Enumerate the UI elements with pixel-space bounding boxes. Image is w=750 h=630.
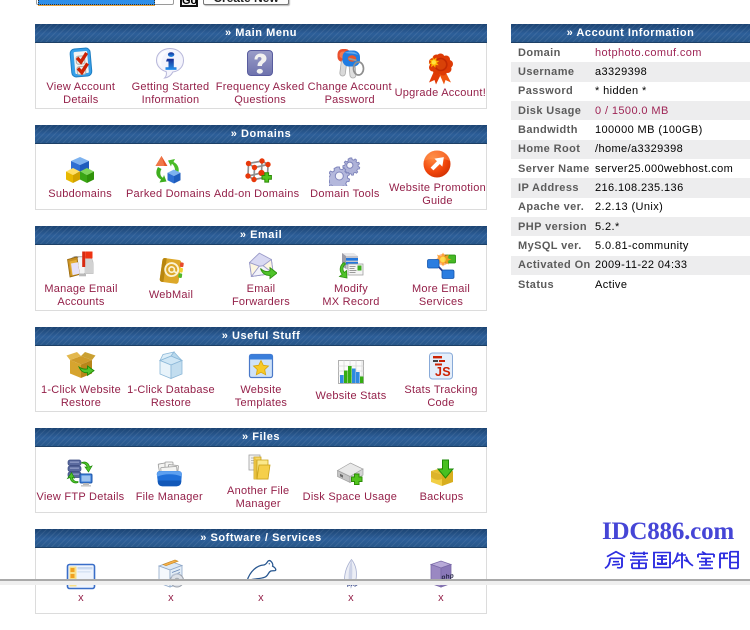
svg-text:JS: JS	[435, 365, 451, 379]
